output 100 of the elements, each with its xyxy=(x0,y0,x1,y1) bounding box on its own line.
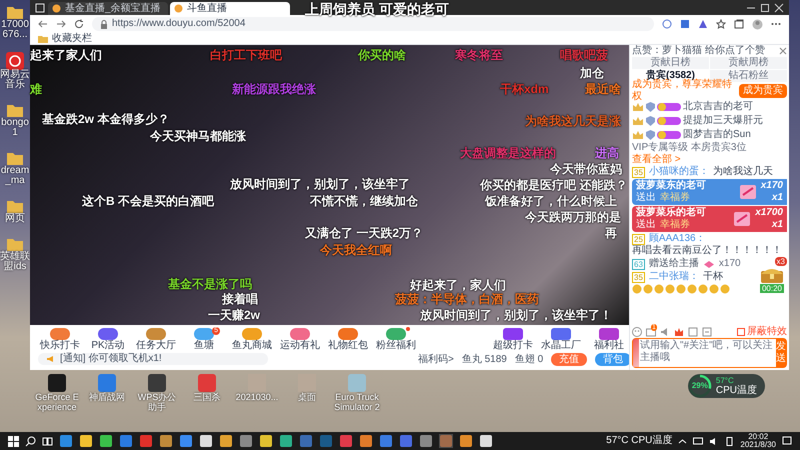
activity-button[interactable]: 粉丝福利 xyxy=(374,327,418,351)
activity-button[interactable]: 礼物红包 xyxy=(326,327,370,351)
forward-icon[interactable] xyxy=(56,19,66,29)
browser-tab[interactable]: 斗鱼直播 xyxy=(170,2,290,15)
app-icon[interactable] xyxy=(459,434,473,448)
app-icon xyxy=(197,374,217,392)
cpu-usage: 29% xyxy=(690,380,709,392)
maximize-icon[interactable] xyxy=(759,2,771,14)
smiley-icon[interactable] xyxy=(632,327,642,337)
gift-action: 送出 xyxy=(636,192,656,204)
icon-label: bongo1 xyxy=(0,118,30,138)
promo-button[interactable]: 水晶工厂 xyxy=(539,327,584,351)
notification-icon[interactable] xyxy=(782,436,792,446)
promo-button[interactable]: 福利社 xyxy=(587,327,632,351)
cpu-label: CPU温度 xyxy=(716,385,757,396)
collections-icon[interactable] xyxy=(734,19,744,29)
favicon-icon xyxy=(52,4,61,13)
search-icon[interactable] xyxy=(25,436,36,446)
clock-time: 20:02 xyxy=(748,433,768,441)
vip-promo: 成为贵宾，尊享荣耀特权 xyxy=(632,79,732,102)
profile-icon[interactable] xyxy=(752,18,763,30)
app-icon[interactable] xyxy=(359,434,373,448)
app-icon xyxy=(347,374,367,392)
activity-button[interactable]: 鱼丸商城 xyxy=(230,327,274,351)
icon-label: 桌面 xyxy=(297,392,317,402)
activity-button[interactable]: 快乐打卡 xyxy=(38,327,82,351)
username: 菠萝菜乐的老可 xyxy=(636,207,707,218)
chevron-up-icon[interactable] xyxy=(678,436,688,446)
back-icon[interactable] xyxy=(38,19,48,29)
app-icon[interactable] xyxy=(479,434,493,448)
gift-count: x170 xyxy=(760,180,783,192)
activity-icon xyxy=(145,327,167,341)
danmaku-comment: 菠菠：半导体，白酒，医药 xyxy=(395,292,539,306)
task-view-icon[interactable] xyxy=(42,436,53,446)
app-icon[interactable] xyxy=(279,434,293,448)
level-badge: 25 xyxy=(632,234,645,244)
tab-actions-icon[interactable] xyxy=(34,2,46,14)
level-badge: 35 xyxy=(632,166,645,178)
username: 菠萝菜东的老可 xyxy=(636,180,707,192)
bookmark-folder[interactable]: 收藏夹栏 xyxy=(38,34,92,44)
activity-button[interactable]: 运动有礼 xyxy=(278,327,322,351)
windows-start-icon[interactable] xyxy=(8,436,19,446)
rank-badge-icon xyxy=(657,116,681,126)
icon-label: 英雄联盟ids xyxy=(0,252,30,272)
icon-label: Euro Truck Simulator 2 xyxy=(334,392,380,412)
network-icon[interactable] xyxy=(693,436,704,446)
danmaku-comment: 难 xyxy=(30,82,42,96)
username: 二中张瑞： xyxy=(648,271,699,283)
app-icon[interactable] xyxy=(219,434,233,448)
gift-action: 送出 xyxy=(636,219,656,231)
icon-label: 网页 xyxy=(4,214,26,224)
icon-label: 三国杀 xyxy=(192,392,222,402)
promo-button[interactable]: 超级打卡 xyxy=(491,327,536,351)
promo-icon xyxy=(598,327,620,341)
cpu-temperature: 57°C xyxy=(716,376,735,385)
gift-count: x170 xyxy=(718,258,741,270)
panel-tab[interactable]: 贡献周榜 xyxy=(710,57,787,69)
folder-icon xyxy=(6,4,24,20)
icon-label: WPS办公助手 xyxy=(136,392,178,412)
app-icon[interactable] xyxy=(199,434,213,448)
folder-icon xyxy=(6,198,24,214)
gift-icon xyxy=(733,210,752,228)
app-icon[interactable] xyxy=(259,434,273,448)
square-icon[interactable] xyxy=(702,327,712,337)
reload-icon[interactable] xyxy=(74,19,84,29)
rank-badge-icon xyxy=(657,102,681,112)
address-field[interactable]: https://www.douyu.com/52004 xyxy=(92,17,654,31)
icon-label: dream_ma xyxy=(0,166,30,186)
activity-icon xyxy=(193,327,215,341)
crown-icon[interactable] xyxy=(674,327,684,337)
danmaku-comment: 放风时间到了，别划了，该坐牢了 xyxy=(230,177,410,191)
activity-button[interactable]: 任务大厅 xyxy=(134,327,178,351)
activity-icon xyxy=(97,327,119,341)
app-icon[interactable] xyxy=(159,434,173,448)
activity-icon xyxy=(289,327,311,341)
danmaku-comment: 基金跌2w 本金得多少？ xyxy=(42,112,170,126)
activity-button[interactable]: PK活动 xyxy=(86,327,130,351)
browser-tab[interactable]: 基金直播_余额宝直播 xyxy=(48,2,168,15)
like-notice: 点赞：萝卜猫猫 给你点了个赞 xyxy=(632,45,765,56)
app-icon[interactable] xyxy=(99,434,113,448)
panel-tab[interactable]: 贡献日榜 xyxy=(632,57,709,69)
square-icon[interactable] xyxy=(688,327,698,337)
app-icon[interactable] xyxy=(79,434,93,448)
yuchi-balance: 鱼翅 0 xyxy=(514,354,544,364)
folder-icon xyxy=(6,102,24,118)
checkbox-icon xyxy=(737,328,745,336)
message-icon[interactable] xyxy=(646,327,656,337)
battery-icon[interactable] xyxy=(725,436,734,446)
icon-label: 神盾战网 xyxy=(88,392,126,402)
favorites-icon[interactable] xyxy=(716,19,726,29)
cpu-temperature: 57°C CPU温度 xyxy=(606,436,672,446)
welfare-link[interactable]: 福利码> xyxy=(418,354,454,364)
danmaku-comment: 放风时间到了，别划了，该坐牢了！ xyxy=(420,308,612,322)
vip-footer: VIP专属等级 本房贵宾3位 xyxy=(632,142,746,154)
danmaku-comment: 饭准备好了，什么时候上 xyxy=(485,194,617,208)
danmaku-comment: 新能源跟我绝涨 xyxy=(232,82,316,96)
gift-icon xyxy=(702,260,715,268)
danmaku-comment: 一天赚2w xyxy=(208,308,260,322)
username: 小猫咪的蛋： xyxy=(648,166,709,178)
close-icon[interactable] xyxy=(773,2,785,14)
